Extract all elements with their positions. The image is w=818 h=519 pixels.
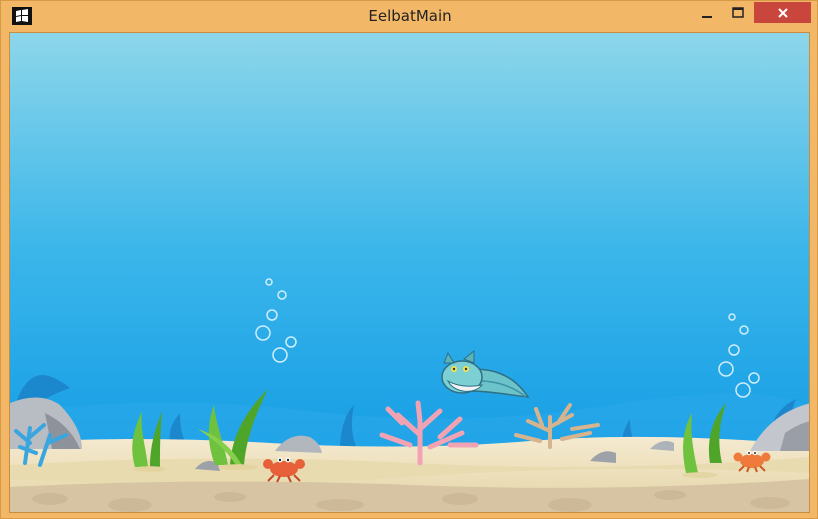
underwater-scene xyxy=(10,33,809,512)
maximize-button[interactable] xyxy=(725,3,751,23)
title-bar[interactable]: EelbatMain xyxy=(1,1,818,32)
game-window: EelbatMain xyxy=(0,0,818,519)
maximize-icon xyxy=(732,7,744,18)
game-canvas[interactable] xyxy=(9,32,810,513)
minimize-icon xyxy=(702,16,712,18)
close-button[interactable] xyxy=(754,2,811,23)
minimize-button[interactable] xyxy=(694,3,720,23)
close-icon xyxy=(777,7,788,18)
